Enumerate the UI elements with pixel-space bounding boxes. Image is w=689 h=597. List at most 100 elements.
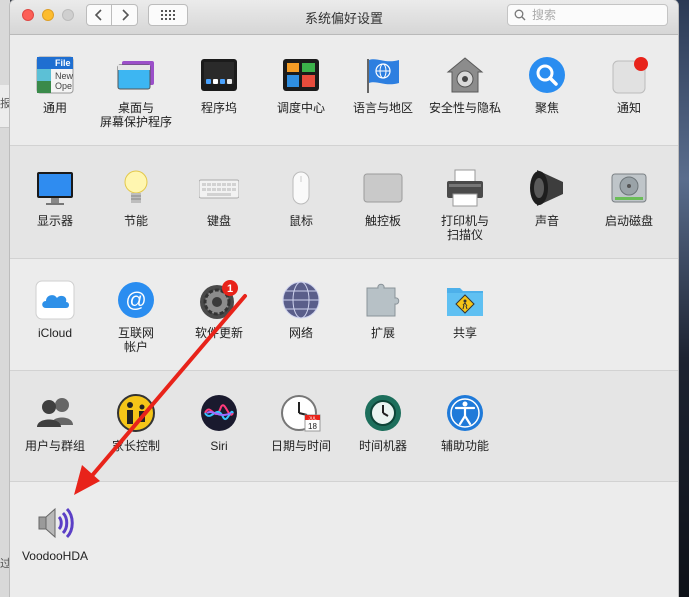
pane-label: 通用	[42, 101, 67, 115]
svg-text:@: @	[125, 289, 146, 312]
pane-label: VoodooHDA	[21, 549, 89, 563]
pane-label: 扩展	[370, 326, 395, 340]
pane-sound[interactable]: 声音	[507, 168, 587, 228]
pane-time-machine[interactable]: 时间机器	[343, 393, 423, 453]
desktop-screensaver-icon	[116, 55, 156, 95]
pane-label: 程序坞	[200, 101, 237, 115]
svg-text:JUL: JUL	[308, 416, 316, 421]
pane-label: 打印机与 扫描仪	[440, 214, 489, 242]
svg-text:18: 18	[308, 422, 317, 431]
pane-label: 鼠标	[288, 214, 313, 228]
pane-energy-saver[interactable]: 节能	[96, 168, 176, 228]
pane-security-privacy[interactable]: 安全性与隐私	[425, 55, 505, 115]
pane-dock[interactable]: 程序坞	[179, 55, 259, 115]
pane-voodoohda[interactable]: VoodooHDA	[15, 503, 95, 563]
pane-keyboard[interactable]: 键盘	[179, 168, 259, 228]
pane-icloud[interactable]: iCloud	[15, 280, 95, 340]
section-other: VoodooHDA	[10, 482, 678, 597]
section-hardware: 显示器 节能 键盘 鼠标 触控板 打印机与 扫描仪 声音 启动磁盘	[10, 146, 678, 259]
mission-control-icon	[281, 55, 321, 95]
pane-startup-disk[interactable]: 启动磁盘	[589, 168, 669, 228]
pane-label: 节能	[123, 214, 148, 228]
internet-accounts-icon: @	[116, 280, 156, 320]
language-region-flag-icon	[363, 55, 403, 95]
pane-label: iCloud	[37, 326, 73, 340]
network-globe-icon	[281, 280, 321, 320]
titlebar: 系统偏好设置	[10, 0, 678, 35]
pane-language-region[interactable]: 语言与地区	[343, 55, 423, 115]
icloud-icon	[35, 280, 75, 320]
energy-saver-bulb-icon	[116, 168, 156, 208]
pane-desktop-screensaver[interactable]: 桌面与 屏幕保护程序	[96, 55, 176, 129]
display-icon	[35, 168, 75, 208]
pane-notifications[interactable]: 通知	[589, 55, 669, 115]
search-icon	[514, 9, 526, 21]
pane-label: 用户与群组	[24, 439, 85, 453]
section-system: 用户与群组 家长控制 Siri JUL 18 日期与时间 时间机器 辅助功能	[10, 371, 678, 482]
trackpad-icon	[363, 168, 403, 208]
sharing-folder-icon	[445, 280, 485, 320]
pane-label: 网络	[288, 326, 313, 340]
time-machine-icon	[363, 393, 403, 433]
voodoohda-speaker-icon	[35, 503, 75, 543]
pane-sharing[interactable]: 共享	[425, 280, 505, 340]
pane-label: 共享	[452, 326, 477, 340]
pane-network[interactable]: 网络	[261, 280, 341, 340]
pane-siri[interactable]: Siri	[179, 393, 259, 453]
pane-spotlight[interactable]: 聚焦	[507, 55, 587, 115]
pane-mission-control[interactable]: 调度中心	[261, 55, 341, 115]
speaker-icon	[527, 168, 567, 208]
pane-label: 声音	[534, 214, 559, 228]
svg-text:File: File	[55, 58, 71, 68]
siri-icon	[199, 393, 239, 433]
pane-label: 时间机器	[358, 439, 407, 453]
svg-text:New: New	[55, 71, 74, 81]
pane-label: 通知	[616, 101, 641, 115]
pane-label: 安全性与隐私	[428, 101, 501, 115]
pane-label: 启动磁盘	[604, 214, 653, 228]
pane-label: 显示器	[36, 214, 73, 228]
mouse-icon	[281, 168, 321, 208]
pane-label: 家长控制	[111, 439, 160, 453]
printer-icon	[445, 168, 485, 208]
security-house-icon	[445, 55, 485, 95]
pane-extensions[interactable]: 扩展	[343, 280, 423, 340]
pane-label: 调度中心	[276, 101, 325, 115]
notifications-icon	[609, 55, 649, 95]
pane-displays[interactable]: 显示器	[15, 168, 95, 228]
pane-mouse[interactable]: 鼠标	[261, 168, 341, 228]
software-update-gear-icon: 1	[199, 280, 239, 320]
system-preferences-window: 系统偏好设置 File New Ope 通用	[10, 0, 678, 597]
pane-label: 桌面与 屏幕保护程序	[99, 101, 172, 129]
pane-label: 日期与时间	[270, 439, 331, 453]
pane-parental-controls[interactable]: 家长控制	[96, 393, 176, 453]
pane-label: 键盘	[206, 214, 231, 228]
pane-label: 语言与地区	[352, 101, 413, 115]
pane-label: Siri	[210, 439, 228, 453]
svg-text:Ope: Ope	[55, 81, 72, 91]
pane-software-update[interactable]: 1 软件更新	[179, 280, 259, 340]
pane-printers-scanners[interactable]: 打印机与 扫描仪	[425, 168, 505, 242]
pane-label: 触控板	[364, 214, 401, 228]
search-input[interactable]	[530, 7, 664, 23]
users-groups-icon	[35, 393, 75, 433]
section-internet: iCloud @ 互联网 帐户 1 软件更新 网络 扩展 共享	[10, 259, 678, 371]
extensions-puzzle-icon	[363, 280, 403, 320]
background-window-edge: 报 过	[0, 0, 11, 597]
search-field[interactable]	[507, 4, 668, 26]
pane-trackpad[interactable]: 触控板	[343, 168, 423, 228]
pane-date-time[interactable]: JUL 18 日期与时间	[261, 393, 341, 453]
pane-label: 辅助功能	[440, 439, 489, 453]
spotlight-icon	[527, 55, 567, 95]
pane-internet-accounts[interactable]: @ 互联网 帐户	[96, 280, 176, 354]
date-time-clock-icon: JUL 18	[281, 393, 321, 433]
pane-label: 互联网 帐户	[117, 326, 154, 354]
pane-users-groups[interactable]: 用户与群组	[15, 393, 95, 453]
dock-icon	[199, 55, 239, 95]
pane-accessibility[interactable]: 辅助功能	[425, 393, 505, 453]
keyboard-icon	[198, 168, 240, 208]
section-personal: File New Ope 通用 桌面与 屏幕保护程序 程序坞 调度中心 语言与地…	[10, 35, 678, 146]
parental-controls-icon	[116, 393, 156, 433]
update-badge: 1	[227, 283, 233, 295]
pane-general[interactable]: File New Ope 通用	[15, 55, 95, 115]
